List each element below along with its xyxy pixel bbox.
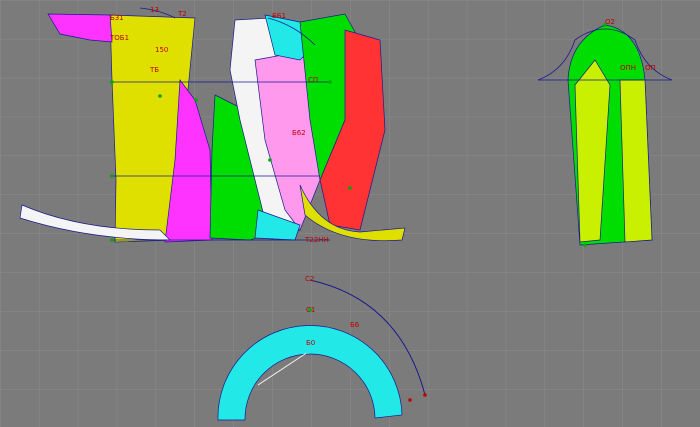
label: ОП [645, 64, 656, 72]
construction-point[interactable] [110, 174, 114, 178]
construction-point[interactable] [308, 308, 312, 312]
label: СП [308, 76, 318, 84]
construction-point[interactable] [328, 80, 332, 84]
collar-center-point[interactable] [306, 350, 310, 354]
label: Б62 [292, 129, 306, 137]
label: 150 [155, 46, 168, 54]
construction-point[interactable] [603, 23, 607, 27]
label: Т22НН [304, 236, 329, 244]
label: ТОБ1 [109, 34, 129, 42]
construction-point[interactable] [348, 186, 352, 190]
label: ОПН [620, 64, 636, 72]
label: ТБ [149, 66, 159, 74]
construction-point[interactable] [110, 238, 114, 242]
label: ББ1 [272, 12, 286, 20]
label: Б31 [110, 14, 124, 22]
label: Т2 [177, 10, 187, 18]
label: С2 [305, 275, 314, 283]
pattern-canvas[interactable]: 13 Б31 ТОБ1 150 Т2 ББ1 СП ТБ Б62 Т22НН О… [0, 0, 700, 427]
label: Б0 [306, 339, 315, 347]
construction-point[interactable] [194, 98, 198, 102]
label: Б6 [350, 321, 360, 329]
label: 13 [150, 6, 159, 14]
construction-point[interactable] [110, 80, 114, 84]
construction-point[interactable] [583, 243, 587, 247]
construction-point[interactable] [268, 158, 272, 162]
construction-point[interactable] [423, 393, 427, 397]
construction-point[interactable] [158, 94, 162, 98]
construction-point[interactable] [408, 398, 412, 402]
